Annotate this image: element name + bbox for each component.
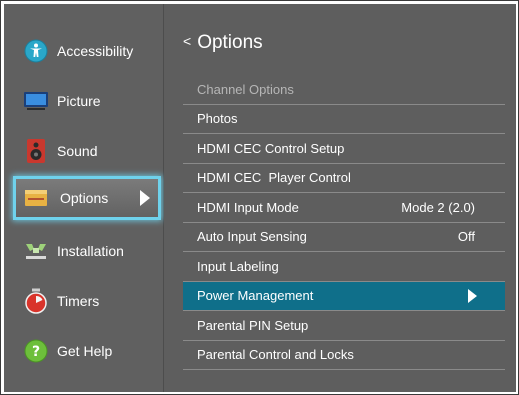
- sidebar-item-accessibility[interactable]: Accessibility: [4, 26, 164, 76]
- sidebar-item-sound[interactable]: Sound: [4, 126, 164, 176]
- sidebar-item-get-help[interactable]: ? Get Help: [4, 326, 164, 376]
- sidebar: Accessibility Picture Sound Options Inst…: [4, 4, 164, 392]
- menu-item-auto-input-sensing[interactable]: Auto Input Sensing Off: [183, 223, 505, 252]
- chevron-right-icon: [140, 190, 150, 206]
- sidebar-item-label: Timers: [57, 293, 100, 309]
- options-icon: [23, 185, 49, 211]
- timer-icon: [23, 288, 49, 314]
- picture-icon: [23, 88, 49, 114]
- tv-menu-frame: Accessibility Picture Sound Options Inst…: [0, 0, 519, 395]
- menu-item-parental-control-and-locks[interactable]: Parental Control and Locks: [183, 341, 505, 370]
- sidebar-item-label: Installation: [57, 243, 124, 259]
- sidebar-item-label: Options: [60, 190, 109, 206]
- menu-item-hdmi-cec-player-control[interactable]: HDMI CEC Player Control: [183, 164, 505, 193]
- menu-item-input-labeling[interactable]: Input Labeling: [183, 252, 505, 282]
- sidebar-item-installation[interactable]: Installation: [4, 226, 164, 276]
- svg-text:?: ?: [32, 344, 40, 360]
- page-title: < Options: [183, 32, 263, 53]
- hdmi-input-mode-value: Mode 2 (2.0): [401, 199, 475, 215]
- options-list: Channel Options Photos HDMI CEC Control …: [183, 75, 505, 370]
- menu-item-channel-options[interactable]: Channel Options: [183, 75, 505, 105]
- speaker-icon: [23, 138, 49, 164]
- sidebar-item-picture[interactable]: Picture: [4, 76, 164, 126]
- menu-item-power-management[interactable]: Power Management: [183, 281, 505, 311]
- options-panel: < Options Channel Options Photos HDMI CEC…: [164, 4, 516, 392]
- sidebar-item-options[interactable]: Options: [13, 176, 161, 220]
- auto-input-sensing-value: Off: [457, 229, 475, 245]
- menu-item-parental-pin-setup[interactable]: Parental PIN Setup: [183, 311, 505, 341]
- sidebar-item-label: Sound: [57, 143, 98, 159]
- accessibility-icon: [23, 38, 49, 64]
- sidebar-item-label: Picture: [57, 93, 101, 109]
- menu-item-photos[interactable]: Photos: [183, 105, 505, 134]
- sidebar-item-timers[interactable]: Timers: [4, 276, 164, 326]
- menu-item-hdmi-cec-control-setup[interactable]: HDMI CEC Control Setup: [183, 134, 505, 164]
- help-icon: ?: [23, 338, 49, 364]
- installation-icon: [23, 238, 49, 264]
- back-icon[interactable]: <: [183, 33, 191, 49]
- chevron-right-icon: [468, 288, 477, 303]
- sidebar-item-label: Get Help: [57, 343, 113, 359]
- sidebar-item-label: Accessibility: [57, 43, 134, 59]
- menu-item-hdmi-input-mode[interactable]: HDMI Input Mode Mode 2 (2.0): [183, 193, 505, 223]
